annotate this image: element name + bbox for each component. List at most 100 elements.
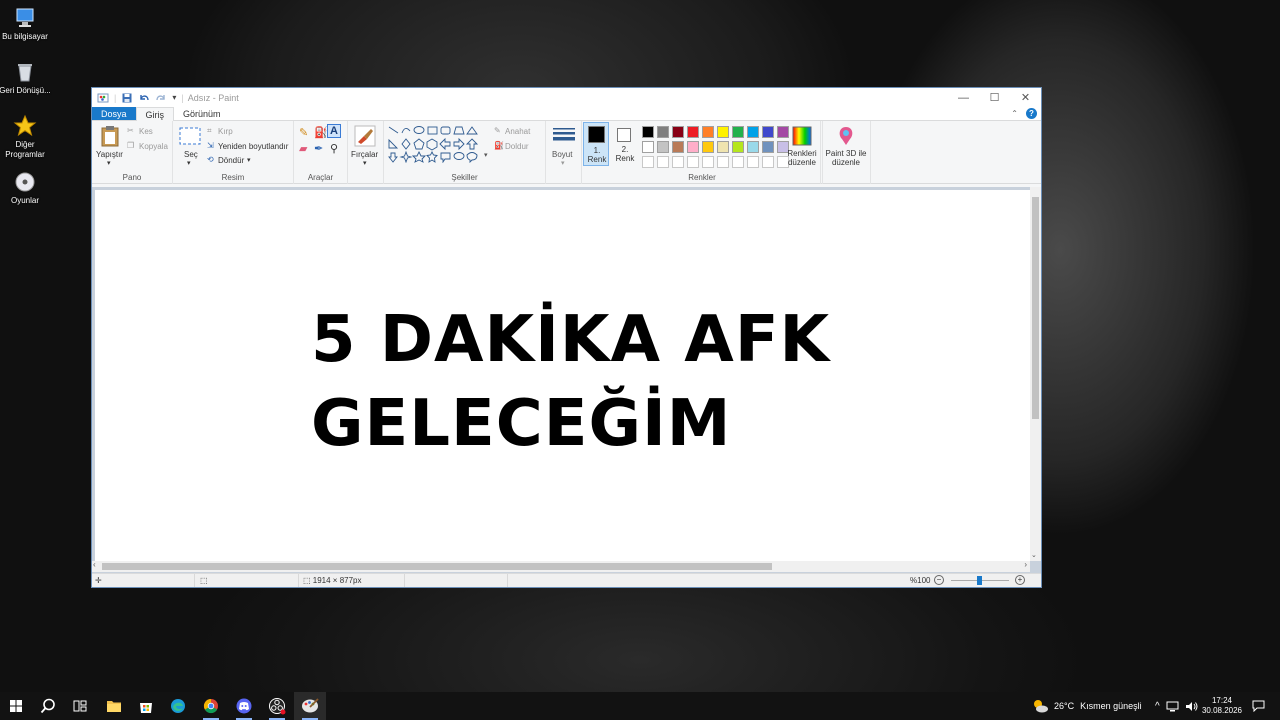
- copy-button[interactable]: Kopyala: [139, 142, 168, 151]
- palette-color-swatch[interactable]: [687, 141, 699, 153]
- palette-color-swatch[interactable]: [687, 126, 699, 138]
- tab-home[interactable]: Giriş: [135, 107, 175, 122]
- palette-color-swatch[interactable]: [717, 156, 729, 168]
- show-hidden-icons-icon[interactable]: ^: [1155, 701, 1160, 712]
- fill-icon[interactable]: ⛽: [314, 126, 328, 139]
- fill-button[interactable]: Doldur: [505, 142, 529, 151]
- shapes-gallery[interactable]: [388, 125, 484, 163]
- taskbar-paint[interactable]: [294, 692, 326, 720]
- palette-color-swatch[interactable]: [687, 156, 699, 168]
- notification-center-button[interactable]: [1252, 692, 1265, 720]
- rotate-button[interactable]: Döndür: [218, 156, 244, 165]
- palette-color-swatch[interactable]: [762, 141, 774, 153]
- resize-button[interactable]: Yeniden boyutlandır: [218, 142, 288, 151]
- paste-button[interactable]: Yapıştır: [96, 150, 123, 159]
- brushes-dropdown-icon[interactable]: ▾: [363, 159, 367, 167]
- start-button[interactable]: [0, 692, 32, 720]
- shapes-scroll-icon[interactable]: ▾: [484, 151, 488, 159]
- desktop-icon-recycle-bin[interactable]: Geri Dönüşü...: [0, 60, 55, 96]
- zoom-in-button[interactable]: +: [1015, 575, 1025, 585]
- network-icon[interactable]: [1166, 701, 1179, 712]
- minimize-button[interactable]: —: [948, 88, 979, 107]
- taskbar-file-explorer[interactable]: [98, 692, 130, 720]
- horizontal-scrollbar[interactable]: ‹ ›: [92, 560, 1030, 572]
- palette-color-swatch[interactable]: [657, 126, 669, 138]
- palette-color-swatch[interactable]: [672, 156, 684, 168]
- save-icon[interactable]: [121, 92, 133, 104]
- taskbar-store[interactable]: [130, 692, 162, 720]
- undo-icon[interactable]: [138, 92, 150, 104]
- taskbar-obs[interactable]: [261, 692, 293, 720]
- horizontal-scroll-thumb[interactable]: [102, 563, 772, 570]
- clock[interactable]: 17:24 30.08.2026: [1201, 692, 1243, 720]
- collapse-ribbon-icon[interactable]: ⌃: [1011, 109, 1018, 118]
- paint3d-icon[interactable]: [836, 125, 856, 147]
- palette-color-swatch[interactable]: [747, 156, 759, 168]
- vertical-scrollbar[interactable]: ⌄: [1030, 187, 1041, 561]
- task-view-button[interactable]: [64, 692, 96, 720]
- search-button[interactable]: [32, 692, 64, 720]
- palette-color-swatch[interactable]: [732, 156, 744, 168]
- outline-button[interactable]: Anahat: [505, 127, 530, 136]
- desktop-icon-other-programs[interactable]: Diğer Programlar: [0, 114, 55, 160]
- palette-color-swatch[interactable]: [762, 126, 774, 138]
- drawing-canvas[interactable]: 5 DAKİKA AFK GELECEĞİM: [95, 190, 1030, 561]
- palette-color-swatch[interactable]: [672, 126, 684, 138]
- vertical-scroll-thumb[interactable]: [1032, 197, 1039, 419]
- edit-colors-icon[interactable]: [791, 125, 813, 147]
- color-picker-icon[interactable]: ✒: [314, 142, 323, 155]
- palette-color-swatch[interactable]: [642, 141, 654, 153]
- palette-color-swatch[interactable]: [732, 126, 744, 138]
- palette-color-swatch[interactable]: [657, 156, 669, 168]
- customize-qa-icon[interactable]: ▾: [172, 93, 176, 102]
- edit-colors-button[interactable]: Renkleri düzenle: [785, 149, 819, 167]
- paint3d-button[interactable]: Paint 3D ile düzenle: [823, 149, 869, 167]
- scroll-left-icon[interactable]: ‹: [93, 560, 96, 569]
- tab-file[interactable]: Dosya: [92, 107, 136, 120]
- palette-color-swatch[interactable]: [717, 141, 729, 153]
- size-icon[interactable]: [552, 127, 576, 145]
- palette-color-swatch[interactable]: [702, 141, 714, 153]
- palette-color-swatch[interactable]: [642, 156, 654, 168]
- size-dropdown-icon[interactable]: ▾: [561, 159, 565, 167]
- magnifier-icon[interactable]: ⚲: [330, 142, 338, 155]
- palette-color-swatch[interactable]: [642, 126, 654, 138]
- volume-icon[interactable]: [1185, 701, 1198, 712]
- palette-color-swatch[interactable]: [732, 141, 744, 153]
- palette-color-swatch[interactable]: [702, 126, 714, 138]
- maximize-button[interactable]: ☐: [979, 88, 1010, 107]
- redo-icon[interactable]: [155, 92, 167, 104]
- palette-color-swatch[interactable]: [702, 156, 714, 168]
- zoom-out-button[interactable]: −: [934, 575, 944, 585]
- brush-icon[interactable]: [354, 125, 376, 147]
- desktop-icon-this-pc[interactable]: Bu bilgisayar: [0, 6, 55, 42]
- palette-color-swatch[interactable]: [762, 156, 774, 168]
- weather-widget[interactable]: 26°C Kısmen güneşli: [1031, 692, 1142, 720]
- rotate-dropdown-icon[interactable]: ▾: [247, 156, 251, 164]
- size-button[interactable]: Boyut: [552, 150, 572, 159]
- cut-button[interactable]: Kes: [139, 127, 153, 136]
- text-icon[interactable]: A: [327, 124, 341, 138]
- select-dropdown-icon[interactable]: ▾: [187, 159, 191, 167]
- palette-color-swatch[interactable]: [657, 141, 669, 153]
- scroll-right-icon[interactable]: ›: [1024, 560, 1027, 569]
- paste-icon[interactable]: [100, 125, 120, 147]
- taskbar-edge[interactable]: [162, 692, 194, 720]
- close-button[interactable]: ✕: [1010, 88, 1041, 107]
- paste-dropdown-icon[interactable]: ▾: [107, 159, 111, 167]
- help-icon[interactable]: ?: [1026, 108, 1037, 119]
- taskbar-chrome[interactable]: [195, 692, 227, 720]
- select-button[interactable]: Seç: [184, 150, 198, 159]
- scroll-down-icon[interactable]: ⌄: [1031, 551, 1037, 559]
- crop-button[interactable]: Kırp: [218, 127, 233, 136]
- taskbar-discord[interactable]: [228, 692, 260, 720]
- palette-color-swatch[interactable]: [717, 126, 729, 138]
- pencil-icon[interactable]: ✎: [299, 126, 308, 139]
- palette-color-swatch[interactable]: [747, 126, 759, 138]
- select-icon[interactable]: [179, 127, 201, 145]
- tab-view[interactable]: Görünüm: [174, 107, 230, 120]
- eraser-icon[interactable]: ▰: [299, 142, 307, 155]
- color1-button[interactable]: 1. Renk: [583, 122, 609, 166]
- desktop-icon-games[interactable]: Oyunlar: [0, 170, 55, 206]
- zoom-slider-thumb[interactable]: [977, 576, 982, 585]
